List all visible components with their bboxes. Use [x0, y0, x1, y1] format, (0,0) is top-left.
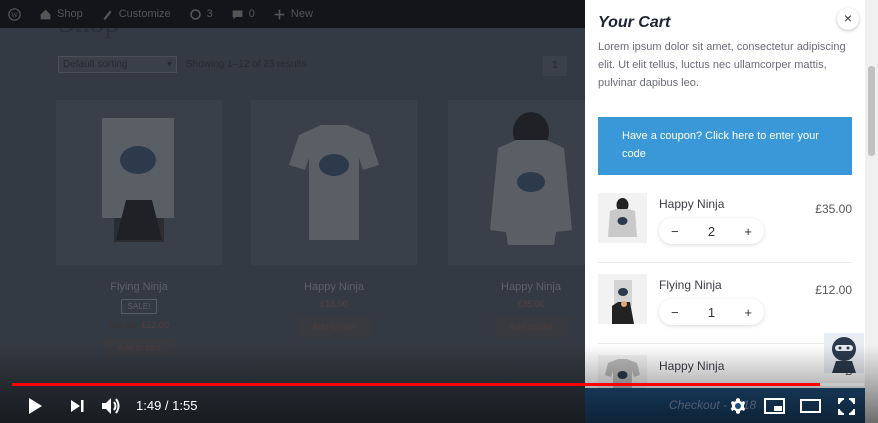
cart-item-price: £35.00 — [815, 202, 852, 216]
progress-bar[interactable] — [12, 383, 864, 386]
miniplayer-icon[interactable] — [763, 395, 785, 417]
plus-icon — [274, 9, 285, 19]
product-price: £18.00 — [320, 299, 348, 309]
checkout-button[interactable]: Checkout - £118 — [585, 388, 865, 423]
admin-bar-updates-count: 3 — [206, 8, 213, 20]
quantity-stepper: − 1 + — [659, 299, 764, 325]
admin-bar-comments-count: 0 — [248, 8, 255, 20]
add-to-cart-button[interactable]: Add to cart — [495, 317, 567, 337]
quantity-value[interactable]: 2 — [708, 224, 715, 239]
product-image[interactable] — [448, 100, 585, 265]
add-to-cart-button[interactable]: Add to cart — [103, 338, 175, 358]
pagination-control[interactable]: 1 — [543, 56, 567, 76]
admin-bar-comments[interactable]: 0 — [231, 8, 255, 21]
product-card[interactable]: Happy Ninja £18.00 Add to cart — [251, 100, 417, 337]
decrease-quantity-button[interactable]: − — [671, 305, 679, 320]
shop-page: Shop Default sorting ▾ Showing 1–12 of 2… — [0, 28, 585, 423]
close-icon[interactable]: × — [837, 8, 859, 30]
admin-bar-shop-label: Shop — [57, 8, 83, 20]
decrease-quantity-button[interactable]: − — [671, 224, 679, 239]
updates-icon — [189, 8, 201, 20]
admin-bar-new-label: New — [290, 8, 313, 20]
admin-bar-shop[interactable]: Shop — [39, 8, 83, 21]
cart-item-price: £12.00 — [815, 283, 852, 297]
cart-item-name[interactable]: Happy Ninja — [659, 359, 724, 373]
cart-item-divider — [598, 343, 852, 344]
product-price: £15.00 £12.00 — [56, 320, 222, 330]
wordpress-logo-icon[interactable]: W — [8, 7, 21, 21]
product-sale-price: £12.00 — [141, 320, 170, 330]
cart-scrollbar[interactable] — [865, 0, 878, 423]
cart-title: Your Cart — [598, 14, 671, 31]
cart-item-thumbnail[interactable] — [598, 193, 647, 243]
sort-select[interactable]: Default sorting ▾ — [58, 56, 177, 73]
product-image[interactable] — [56, 100, 222, 265]
add-to-cart-button[interactable]: Add to cart — [298, 317, 370, 337]
cart-item-thumbnail[interactable] — [598, 274, 647, 324]
comment-icon — [232, 9, 243, 19]
cart-item-name[interactable]: Happy Ninja — [659, 197, 724, 211]
product-old-price: £15.00 — [108, 320, 137, 330]
product-name[interactable]: Flying Ninja — [56, 281, 222, 293]
side-cart-panel: Your Cart × Lorem ipsum dolor sit amet, … — [585, 0, 865, 423]
quantity-stepper: − 2 + — [659, 218, 764, 244]
product-name[interactable]: Happy Ninja — [448, 281, 585, 293]
cart-description: Lorem ipsum dolor sit amet, consectetur … — [598, 41, 846, 89]
product-card[interactable]: Happy Ninja £35.00 Add to cart — [448, 100, 585, 337]
cart-scrollbar-thumb[interactable] — [868, 66, 875, 156]
admin-bar-customize[interactable]: Customize — [101, 8, 171, 21]
coupon-banner[interactable]: Have a coupon? Click here to enter your … — [598, 117, 852, 175]
cart-item: Flying Ninja £12.00 − 1 + — [598, 274, 852, 336]
brush-icon — [103, 9, 112, 20]
admin-bar-updates[interactable]: 3 — [189, 8, 213, 21]
chevron-down-icon: ▾ — [166, 59, 172, 70]
volume-icon[interactable] — [100, 395, 124, 417]
cart-item-name[interactable]: Flying Ninja — [659, 278, 722, 292]
result-count: Showing 1–12 of 23 results — [186, 59, 307, 70]
settings-icon[interactable] — [728, 395, 748, 417]
product-name[interactable]: Happy Ninja — [251, 281, 417, 293]
sale-badge: SALE! — [120, 299, 158, 314]
admin-bar-new[interactable]: New — [273, 8, 313, 21]
next-icon[interactable] — [66, 395, 88, 417]
fullscreen-icon[interactable] — [836, 395, 856, 417]
play-icon[interactable] — [24, 395, 46, 417]
time-display: 1:49 / 1:55 — [136, 398, 198, 413]
page-title: Shop — [58, 28, 120, 40]
cart-item: Happy Ninja £35.00 − 2 + — [598, 193, 852, 255]
cart-item-divider — [598, 262, 852, 263]
quantity-value[interactable]: 1 — [708, 305, 715, 320]
svg-text:W: W — [11, 10, 18, 19]
product-card[interactable]: Flying Ninja SALE! £15.00 £12.00 Add to c… — [56, 100, 222, 358]
product-image[interactable] — [251, 100, 417, 265]
admin-bar: W Shop Customize 3 0 New — [0, 0, 585, 28]
progress-played — [12, 383, 820, 386]
product-price: £35.00 — [517, 299, 545, 309]
channel-avatar[interactable] — [824, 333, 864, 373]
theater-icon[interactable] — [799, 395, 821, 417]
sort-select-value: Default sorting — [63, 59, 128, 70]
admin-bar-customize-label: Customize — [118, 8, 171, 20]
increase-quantity-button[interactable]: + — [744, 224, 752, 239]
home-icon — [40, 9, 51, 19]
increase-quantity-button[interactable]: + — [744, 305, 752, 320]
